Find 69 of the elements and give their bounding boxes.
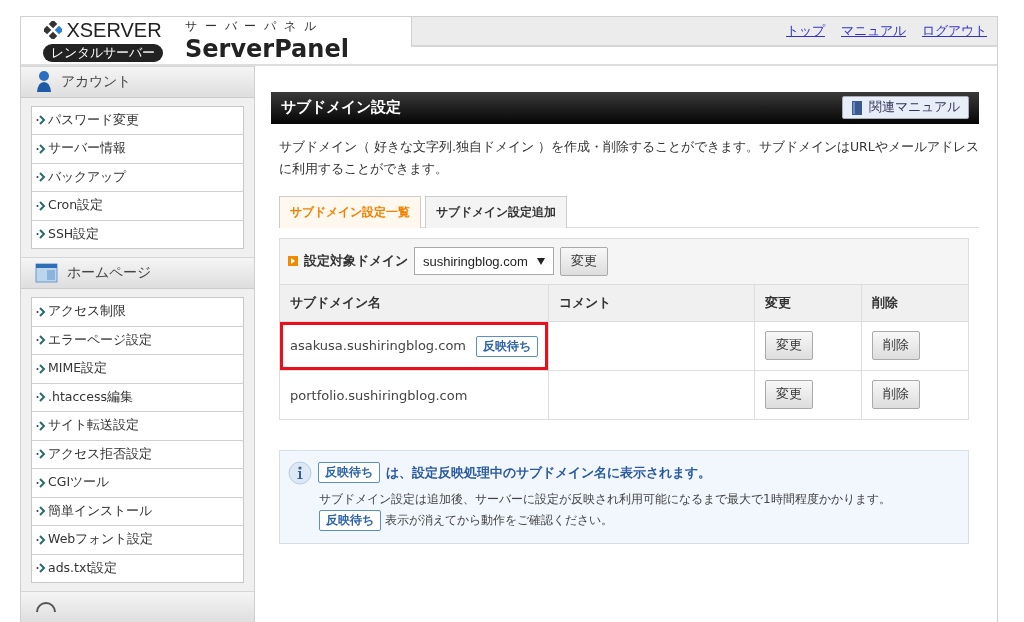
column-header: 変更 <box>754 284 862 321</box>
menu-item[interactable]: ads.txt設定 <box>32 554 243 582</box>
column-header: サブドメイン名 <box>280 284 549 321</box>
arrow-icon <box>36 534 46 545</box>
menu-item[interactable]: サイト転送設定 <box>32 412 243 441</box>
nav-link[interactable]: ログアウト <box>922 22 987 40</box>
menu-item[interactable]: Cron設定 <box>32 192 243 221</box>
arrow-icon <box>36 420 46 431</box>
info-text: サブドメイン設定は追加後、サーバーに設定が反映され利用可能になるまで最大で1時間程度かかります。 <box>319 490 892 508</box>
menu-item[interactable]: MIME設定 <box>32 355 243 384</box>
arrow-icon <box>36 363 46 374</box>
column-header: コメント <box>548 284 755 321</box>
subdomain-name: portfolio.sushiringblog.com <box>290 388 468 403</box>
tab[interactable]: サブドメイン設定追加 <box>425 195 567 228</box>
square-bullet-icon <box>288 256 298 266</box>
person-icon <box>35 70 53 93</box>
book-icon <box>851 100 863 115</box>
menu-item[interactable]: .htaccess編集 <box>32 383 243 412</box>
column-header: 削除 <box>861 284 968 321</box>
arrow-icon <box>36 563 46 574</box>
arrow-icon <box>36 229 46 240</box>
edit-button[interactable]: 変更 <box>765 380 814 409</box>
brand-tagline: レンタルサーバー <box>43 43 163 62</box>
nav-link[interactable]: マニュアル <box>841 22 906 40</box>
menu-item[interactable]: Webフォント設定 <box>32 526 243 555</box>
menu-item[interactable]: パスワード変更 <box>32 106 243 135</box>
domain-label: 設定対象ドメイン <box>304 252 408 270</box>
nav-link[interactable]: トップ <box>786 22 825 40</box>
window-icon <box>35 262 59 284</box>
menu-item[interactable]: バックアップ <box>32 163 243 192</box>
arrow-icon <box>36 200 46 211</box>
change-button[interactable]: 変更 <box>560 246 608 276</box>
menu-item[interactable]: SSH設定 <box>32 220 243 248</box>
dropdown-arrow-icon <box>537 257 545 265</box>
info-headline: は、設定反映処理中のサブドメイン名に表示されます。 <box>386 463 711 482</box>
arrow-icon <box>36 335 46 346</box>
arrow-icon <box>36 477 46 488</box>
menu-item[interactable]: アクセス拒否設定 <box>32 440 243 469</box>
product-subtitle: サ ー バ ー パ ネ ル <box>185 17 319 35</box>
arrow-icon <box>36 306 46 317</box>
menu-item[interactable]: エラーページ設定 <box>32 326 243 355</box>
menu-item[interactable]: 簡単インストール <box>32 497 243 526</box>
pending-badge: 反映待ち <box>476 335 538 357</box>
menu-item[interactable]: CGIツール <box>32 469 243 498</box>
subdomain-name: asakusa.sushiringblog.com <box>290 337 466 353</box>
domain-select[interactable]: sushiringblog.com <box>414 247 554 275</box>
info-text: 表示が消えてから動作をご確認ください。 <box>385 511 613 529</box>
product-name: ServerPanel <box>185 34 349 63</box>
arrow-icon <box>36 115 46 126</box>
info-icon <box>288 460 312 485</box>
delete-button[interactable]: 削除 <box>872 331 921 360</box>
diamond-logo-icon <box>44 21 63 40</box>
menu-item[interactable]: アクセス制限 <box>32 298 243 327</box>
arrow-icon <box>36 449 46 460</box>
description: サブドメイン（ 好きな文字列.独自ドメイン ）を作成・削除することができます。サブドメインはURLやメールアドレスに利用することができます。 <box>279 137 979 178</box>
arrow-icon <box>36 172 46 183</box>
delete-button[interactable]: 削除 <box>872 380 921 409</box>
menu-item[interactable]: サーバー情報 <box>32 135 243 164</box>
arrow-icon <box>36 506 46 517</box>
arrow-icon <box>36 392 46 403</box>
section-title: ホームページ <box>67 264 151 282</box>
arrow-icon <box>36 143 46 154</box>
pending-badge: 反映待ち <box>318 462 380 483</box>
section-title: アカウント <box>61 72 131 91</box>
page-title: サブドメイン設定 <box>281 98 401 117</box>
pending-badge: 反映待ち <box>319 509 381 531</box>
brand-name: XSERVER <box>66 18 162 42</box>
manual-button[interactable]: 関連マニュアル <box>842 96 969 119</box>
edit-button[interactable]: 変更 <box>765 331 814 360</box>
